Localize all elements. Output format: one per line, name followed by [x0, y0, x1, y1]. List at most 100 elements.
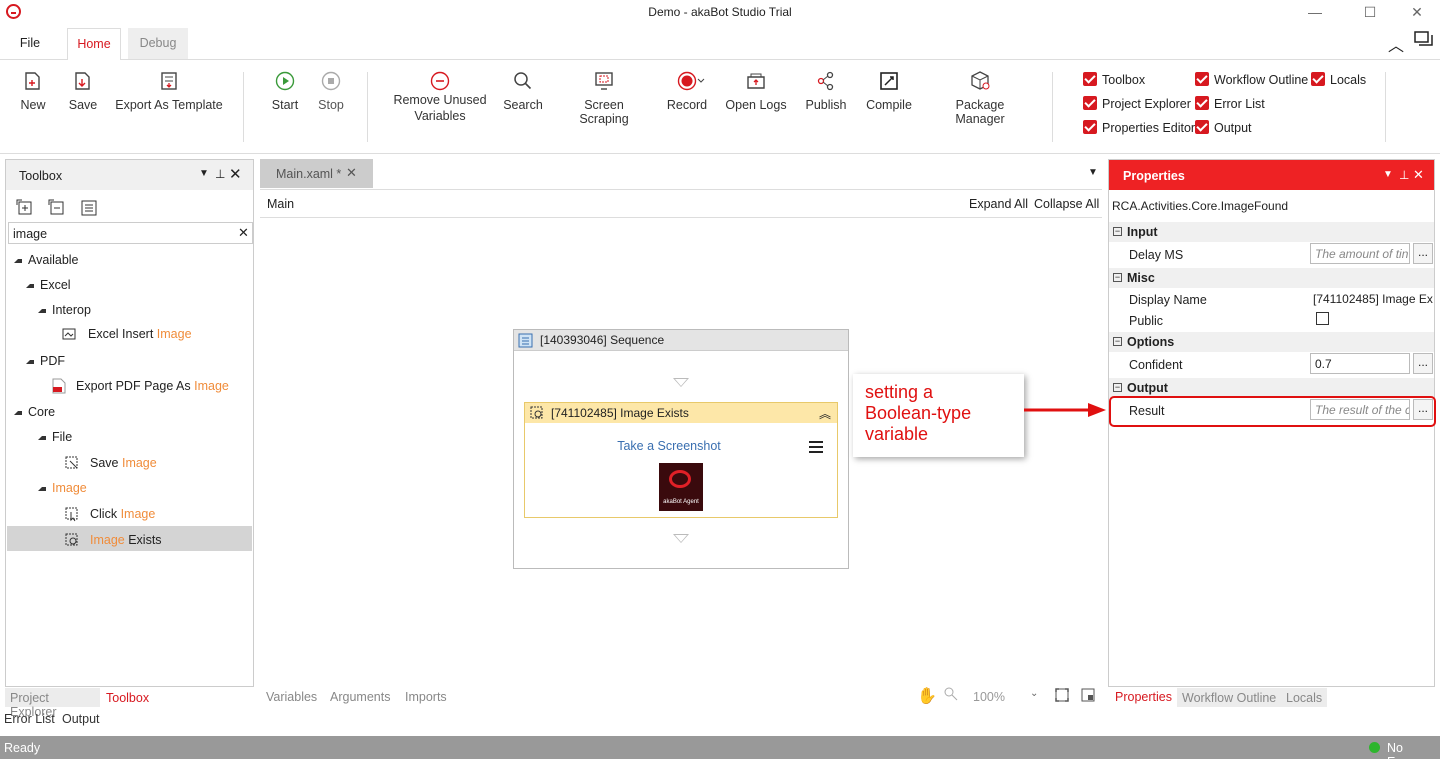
- search-button[interactable]: Search: [502, 70, 544, 112]
- tree-export-pdf-page-as-image[interactable]: Export PDF Page As Image: [52, 378, 229, 394]
- toolbox-checkbox[interactable]: Toolbox: [1083, 72, 1145, 90]
- zoom-icon[interactable]: [944, 687, 958, 701]
- zoom-level[interactable]: 100%: [973, 690, 1005, 704]
- tree-file[interactable]: File: [38, 430, 72, 444]
- take-screenshot-link[interactable]: Take a Screenshot: [525, 439, 813, 453]
- maximize-button[interactable]: ☐: [1355, 2, 1385, 22]
- section-misc[interactable]: − Misc: [1109, 268, 1434, 288]
- open-logs-button[interactable]: Open Logs: [724, 70, 788, 112]
- section-output[interactable]: − Output: [1109, 378, 1434, 398]
- tab-debug[interactable]: Debug: [128, 28, 188, 60]
- pin-icon[interactable]: ⊥: [1399, 168, 1409, 182]
- close-icon[interactable]: ✕: [1413, 167, 1424, 183]
- display-name-value[interactable]: [741102485] Image Exi: [1313, 292, 1433, 306]
- tab-main-xaml[interactable]: Main.xaml * ✕: [260, 159, 373, 188]
- compile-button[interactable]: Compile: [864, 70, 914, 112]
- dropdown-icon[interactable]: ▼: [1383, 169, 1393, 180]
- record-button[interactable]: Record: [666, 70, 708, 112]
- drop-target-arrow-icon[interactable]: [673, 378, 689, 387]
- pin-icon[interactable]: ⊥: [215, 167, 225, 181]
- tab-home[interactable]: Home: [67, 28, 121, 60]
- workflow-outline-checkbox[interactable]: Workflow Outline: [1195, 72, 1308, 90]
- tab-workflow-outline[interactable]: Workflow Outline: [1177, 688, 1282, 707]
- excel-image-icon: [62, 327, 78, 341]
- collapse-ribbon-icon[interactable]: ︿: [1388, 32, 1404, 56]
- clear-search-icon[interactable]: ✕: [238, 225, 249, 241]
- list-view-icon[interactable]: [80, 199, 98, 217]
- tree-image-folder[interactable]: Image: [38, 481, 87, 495]
- ribbon-separator: [367, 72, 368, 142]
- close-icon[interactable]: ✕: [229, 165, 242, 183]
- tree-available[interactable]: Available: [14, 253, 79, 267]
- section-options[interactable]: − Options: [1109, 332, 1434, 352]
- tree-core[interactable]: Core: [14, 405, 55, 419]
- collapse-all-icon[interactable]: [48, 199, 66, 217]
- tab-file[interactable]: File: [8, 28, 52, 60]
- locals-checkbox[interactable]: Locals: [1311, 72, 1366, 90]
- image-exists-activity[interactable]: [741102485] Image Exists ︽ Take a Screen…: [524, 402, 838, 518]
- tab-arguments[interactable]: Arguments: [330, 690, 390, 704]
- tab-toolbox[interactable]: Toolbox: [102, 688, 153, 707]
- expand-all-link[interactable]: Expand All: [969, 197, 1028, 211]
- status-text: Ready: [4, 741, 41, 755]
- tree-save-image[interactable]: Save Image: [64, 455, 157, 471]
- dropdown-icon[interactable]: ▼: [199, 168, 209, 179]
- close-button[interactable]: ✕: [1402, 2, 1432, 22]
- properties-panel: Properties ▼ ⊥ ✕ RCA.Activities.Core.Ima…: [1108, 159, 1436, 687]
- tab-output[interactable]: Output: [62, 712, 100, 726]
- tab-project-explorer[interactable]: Project Explorer: [5, 688, 100, 719]
- confident-input[interactable]: 0.7: [1310, 353, 1410, 374]
- close-tab-icon[interactable]: ✕: [346, 165, 357, 181]
- sequence-activity[interactable]: [140393046] Sequence [741102485] Image E…: [513, 329, 849, 569]
- tree-excel[interactable]: Excel: [26, 278, 71, 292]
- collapse-activity-icon[interactable]: ︽: [819, 405, 831, 422]
- remove-unused-variables-button[interactable]: Remove Unused Variables: [390, 70, 490, 124]
- fit-to-screen-icon[interactable]: [1055, 688, 1069, 702]
- tree-image-exists[interactable]: Image Exists: [64, 532, 162, 548]
- tree-interop[interactable]: Interop: [38, 303, 91, 317]
- new-button[interactable]: New: [16, 70, 50, 112]
- collapse-section-icon: −: [1113, 382, 1122, 392]
- toolbox-search-input[interactable]: image ✕: [8, 222, 253, 244]
- screen-scraping-button[interactable]: Screen Scraping: [558, 70, 650, 126]
- menu-icon[interactable]: [809, 441, 823, 453]
- pan-hand-icon[interactable]: ✋: [917, 686, 937, 706]
- search-icon: [512, 70, 534, 92]
- activity-type-name: RCA.Activities.Core.ImageFound: [1112, 199, 1289, 213]
- window-layout-icon[interactable]: [1414, 31, 1434, 47]
- zoom-dropdown-icon[interactable]: ⌄: [1030, 688, 1038, 699]
- tab-list-dropdown-icon[interactable]: ▼: [1088, 167, 1098, 178]
- collapse-all-link[interactable]: Collapse All: [1034, 197, 1099, 211]
- public-checkbox[interactable]: [1316, 312, 1329, 325]
- tab-variables[interactable]: Variables: [266, 690, 317, 704]
- tree-click-image[interactable]: Click Image: [64, 506, 155, 522]
- tab-locals[interactable]: Locals: [1281, 688, 1328, 707]
- expand-all-icon[interactable]: [16, 199, 34, 217]
- screenshot-thumbnail[interactable]: akaBot Agent: [659, 463, 703, 511]
- checkbox-checked-icon: [1083, 120, 1097, 134]
- tab-error-list[interactable]: Error List: [4, 712, 55, 726]
- tab-properties[interactable]: Properties: [1111, 690, 1176, 709]
- output-checkbox[interactable]: Output: [1195, 120, 1252, 138]
- minimize-button[interactable]: —: [1300, 2, 1330, 22]
- project-explorer-checkbox[interactable]: Project Explorer: [1083, 96, 1191, 114]
- tree-excel-insert-image[interactable]: Excel Insert Image: [62, 327, 192, 341]
- publish-button[interactable]: Publish: [804, 70, 848, 112]
- save-button[interactable]: Save: [66, 70, 100, 112]
- breadcrumb[interactable]: Main: [267, 197, 294, 211]
- stop-icon: [320, 70, 342, 92]
- confident-ellipsis-button[interactable]: ...: [1413, 353, 1433, 374]
- delay-ms-ellipsis-button[interactable]: ...: [1413, 243, 1433, 264]
- tab-imports[interactable]: Imports: [405, 690, 447, 704]
- drop-target-arrow-icon[interactable]: [673, 534, 689, 543]
- overview-icon[interactable]: [1081, 688, 1095, 702]
- tree-pdf[interactable]: PDF: [26, 354, 65, 368]
- stop-button[interactable]: Stop: [314, 70, 348, 112]
- export-as-template-button[interactable]: Export As Template: [114, 70, 224, 112]
- section-input[interactable]: − Input: [1109, 222, 1434, 242]
- start-button[interactable]: Start: [268, 70, 302, 112]
- properties-editor-checkbox[interactable]: Properties Editor: [1083, 120, 1195, 138]
- error-list-checkbox[interactable]: Error List: [1195, 96, 1265, 114]
- delay-ms-input[interactable]: The amount of tin: [1310, 243, 1410, 264]
- package-manager-button[interactable]: Package Manager: [930, 70, 1030, 126]
